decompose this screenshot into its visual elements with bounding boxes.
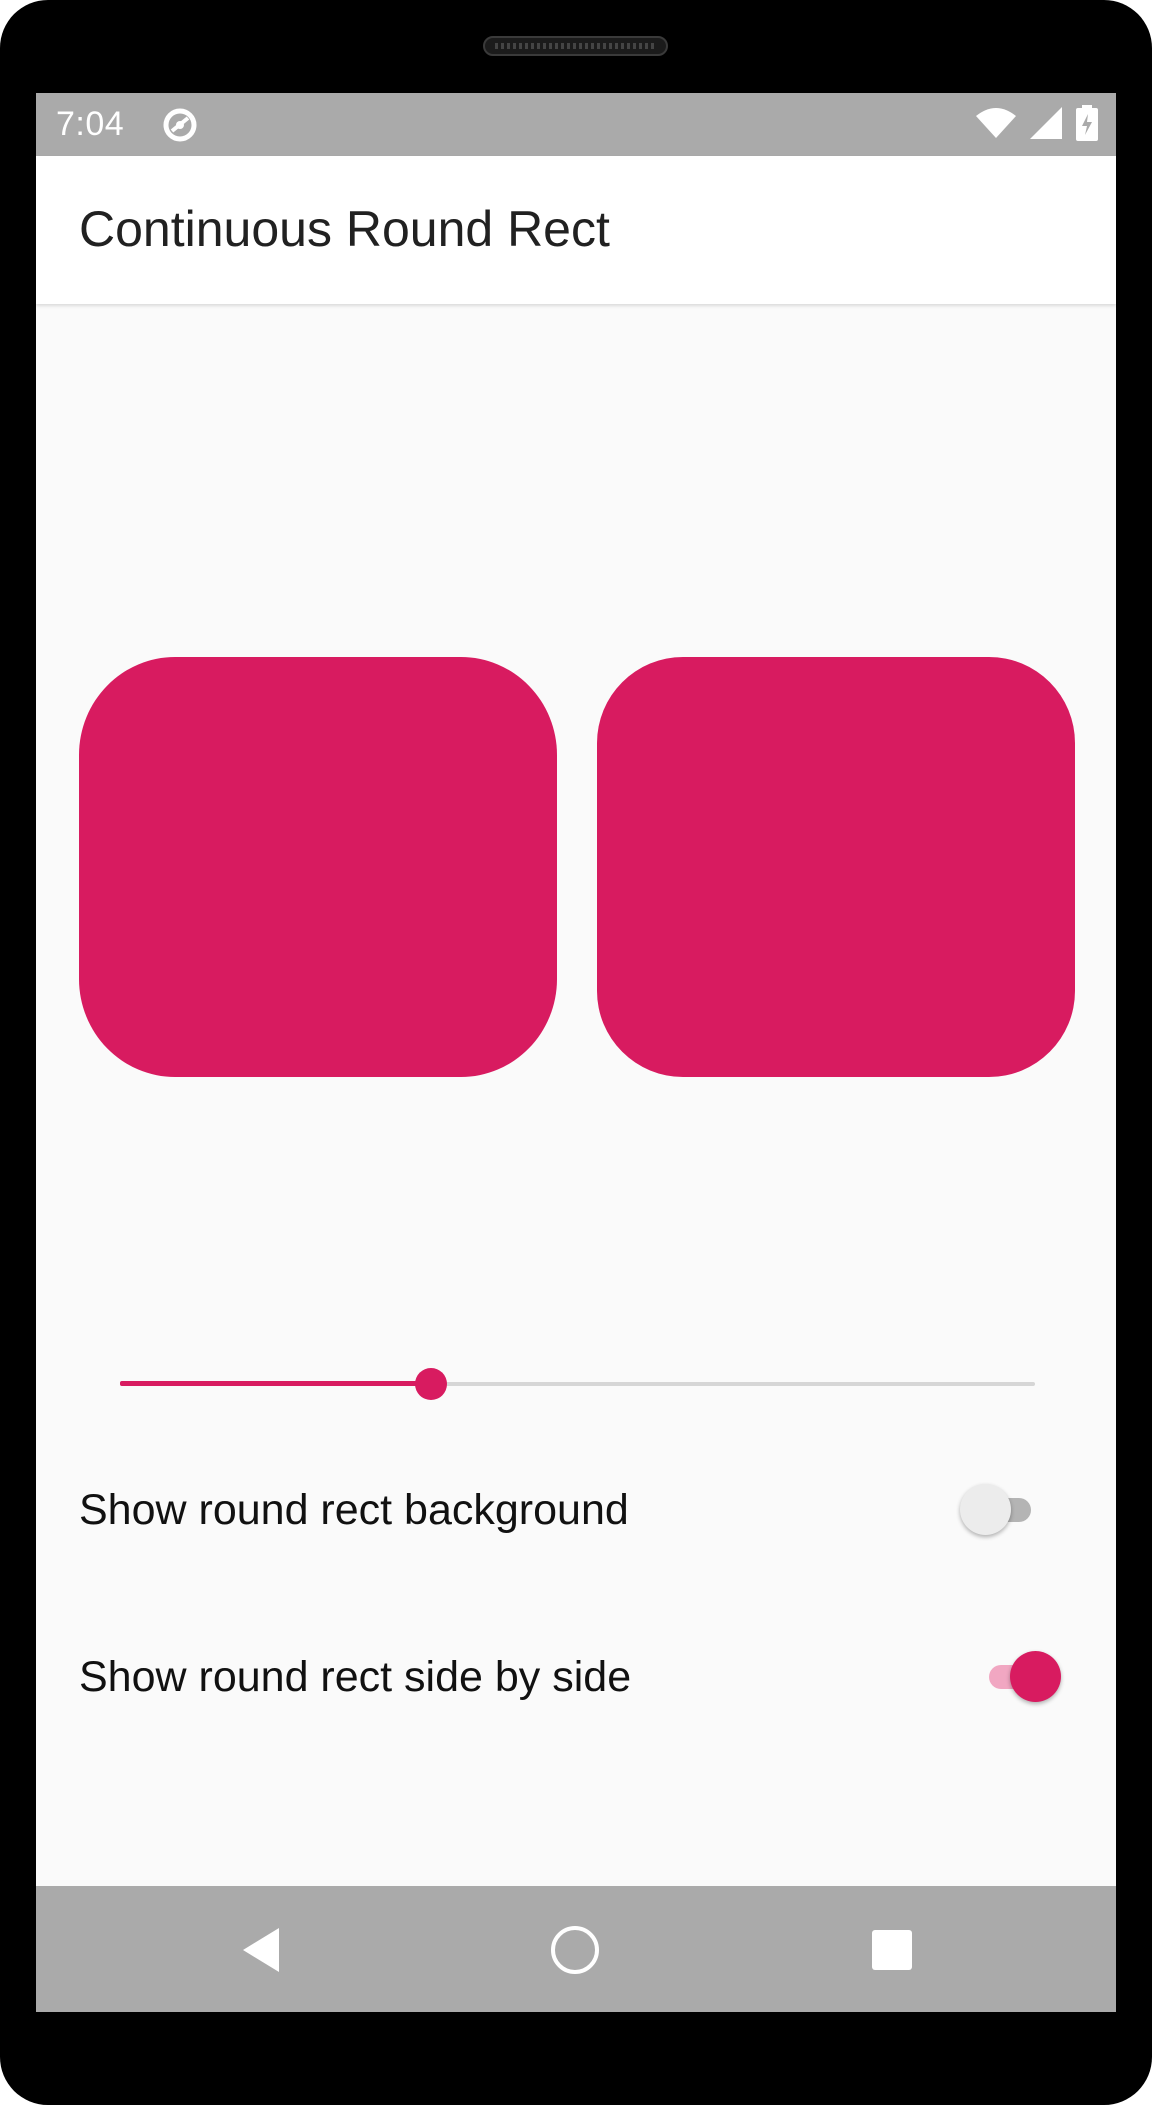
setting-label-background: Show round rect background [79, 1486, 629, 1534]
screen: 7:04 Continuous Round Rect Show round re… [36, 93, 1116, 2012]
page-title: Continuous Round Rect [79, 201, 610, 257]
corner-radius-slider[interactable] [120, 1359, 1035, 1409]
setting-row-background[interactable]: Show round rect background [36, 1448, 1116, 1568]
continuous-round-rect-shape [79, 657, 557, 1077]
show-background-switch[interactable] [960, 1481, 1050, 1537]
recents-icon[interactable] [866, 1924, 918, 1976]
home-icon[interactable] [549, 1924, 601, 1976]
round-rect-shape [597, 657, 1075, 1077]
side-by-side-switch[interactable] [980, 1648, 1070, 1704]
bottom-bezel [0, 2012, 1152, 2105]
switch-thumb [1010, 1651, 1061, 1702]
switch-thumb [960, 1484, 1011, 1535]
battery-charging-icon [1076, 104, 1098, 146]
earpiece-speaker [483, 36, 668, 56]
slider-active-track [120, 1381, 431, 1386]
setting-row-side-by-side[interactable]: Show round rect side by side [36, 1615, 1116, 1735]
setting-label-side-by-side: Show round rect side by side [79, 1653, 632, 1701]
app-notification-icon [161, 106, 199, 144]
cell-signal-icon [1030, 106, 1062, 144]
wifi-icon [976, 106, 1016, 145]
slider-thumb[interactable] [415, 1368, 447, 1400]
status-bar: 7:04 [36, 93, 1116, 156]
navigation-bar [36, 1886, 1116, 2012]
status-time: 7:04 [56, 105, 125, 143]
app-bar: Continuous Round Rect [36, 156, 1116, 304]
device-frame: 7:04 Continuous Round Rect Show round re… [0, 0, 1152, 2105]
back-icon[interactable] [239, 1924, 291, 1976]
